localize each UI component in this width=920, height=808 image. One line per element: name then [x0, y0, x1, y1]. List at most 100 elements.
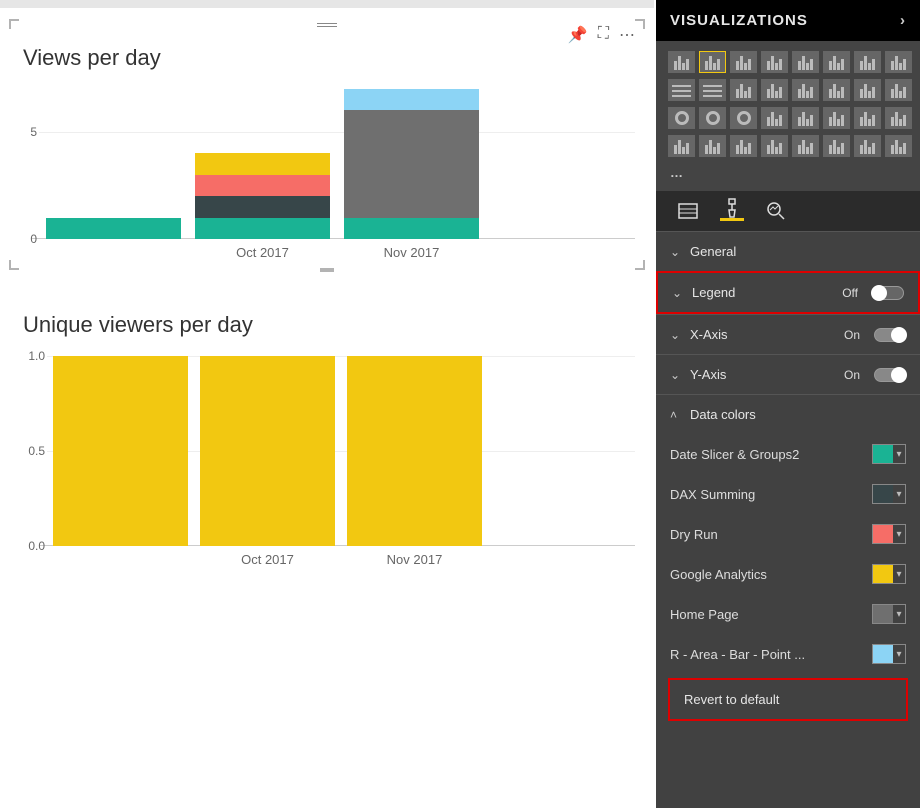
- viz-type-icon[interactable]: [668, 51, 695, 73]
- viz-type-icon[interactable]: [730, 135, 757, 157]
- viz-type-icon[interactable]: [792, 51, 819, 73]
- viz-type-icon[interactable]: [885, 79, 912, 101]
- viz-type-icon[interactable]: [761, 135, 788, 157]
- report-canvas[interactable]: 📌 ⛶ ⋯ Views per day 05 Oct 2017Nov 2017 …: [0, 0, 654, 808]
- bar-segment[interactable]: [195, 175, 330, 196]
- viz-type-icon[interactable]: [699, 135, 726, 157]
- color-picker-button[interactable]: ▾: [872, 524, 906, 544]
- bar-segment[interactable]: [195, 153, 330, 174]
- format-options-list: ⌄ General ⌄ Legend Off ⌄ X-Axis On ⌄ Y-A…: [656, 231, 920, 808]
- pin-icon[interactable]: 📌: [568, 25, 588, 45]
- chevron-down-icon: ▾: [893, 609, 905, 620]
- bar-segment[interactable]: [200, 356, 335, 546]
- chart-plot-area: 05: [39, 89, 635, 239]
- data-color-row: Dry Run▾: [656, 514, 920, 554]
- bar-segment[interactable]: [344, 218, 479, 239]
- more-visuals-icon[interactable]: …: [668, 163, 912, 187]
- chevron-down-icon: ▾: [893, 649, 905, 660]
- x-tick-label: Oct 2017: [195, 245, 330, 260]
- color-picker-button[interactable]: ▾: [872, 644, 906, 664]
- series-name-label: DAX Summing: [670, 487, 864, 502]
- format-tab-icon[interactable]: [720, 201, 744, 221]
- viz-type-icon[interactable]: [885, 107, 912, 129]
- chevron-down-icon: ▾: [893, 449, 905, 460]
- resize-handle-bottom[interactable]: [320, 268, 334, 272]
- format-section-xaxis[interactable]: ⌄ X-Axis On: [656, 314, 920, 354]
- yaxis-toggle[interactable]: [874, 368, 906, 382]
- color-picker-button[interactable]: ▾: [872, 484, 906, 504]
- selection-corner[interactable]: [9, 260, 19, 270]
- format-section-datacolors[interactable]: ˄ Data colors: [656, 394, 920, 434]
- focus-mode-icon[interactable]: ⛶: [598, 25, 609, 45]
- chevron-down-icon: ▾: [893, 569, 905, 580]
- series-name-label: Google Analytics: [670, 567, 864, 582]
- format-section-legend[interactable]: ⌄ Legend Off: [656, 271, 920, 314]
- viz-type-icon[interactable]: [730, 51, 757, 73]
- selection-corner[interactable]: [635, 260, 645, 270]
- viz-type-icon[interactable]: [885, 135, 912, 157]
- chart-title: Unique viewers per day: [23, 312, 635, 338]
- x-tick-label: [53, 552, 188, 567]
- viz-type-icon[interactable]: [792, 135, 819, 157]
- viz-type-icon[interactable]: [854, 107, 881, 129]
- bar-segment[interactable]: [46, 218, 181, 239]
- panel-tabs: [656, 191, 920, 231]
- format-section-yaxis[interactable]: ⌄ Y-Axis On: [656, 354, 920, 394]
- viz-type-icon[interactable]: [699, 107, 726, 129]
- panel-title: VISUALIZATIONS: [670, 12, 808, 29]
- bar-segment[interactable]: [347, 356, 482, 546]
- viz-type-icon[interactable]: [823, 79, 850, 101]
- drag-grip-icon[interactable]: [317, 23, 337, 27]
- viz-type-icon[interactable]: [761, 79, 788, 101]
- viz-type-icon[interactable]: [668, 79, 695, 101]
- selection-corner[interactable]: [9, 19, 19, 29]
- viz-type-icon[interactable]: [823, 107, 850, 129]
- more-options-icon[interactable]: ⋯: [619, 25, 635, 45]
- viz-type-icon[interactable]: [823, 51, 850, 73]
- legend-toggle[interactable]: [872, 286, 904, 300]
- format-section-general[interactable]: ⌄ General: [656, 231, 920, 271]
- x-tick-label: [46, 245, 181, 260]
- color-picker-button[interactable]: ▾: [872, 604, 906, 624]
- bar-segment[interactable]: [344, 110, 479, 217]
- analytics-tab-icon[interactable]: [764, 201, 788, 221]
- xaxis-toggle[interactable]: [874, 328, 906, 342]
- chevron-up-icon: ˄: [670, 408, 682, 422]
- chevron-right-icon[interactable]: ›: [900, 12, 906, 29]
- chart-tile-unique-viewers[interactable]: Unique viewers per day 0.00.51.0 Oct 201…: [8, 285, 646, 578]
- x-tick-label: Nov 2017: [344, 245, 479, 260]
- color-picker-button[interactable]: ▾: [872, 564, 906, 584]
- viz-type-icon[interactable]: [854, 51, 881, 73]
- y-tick-label: 0: [21, 232, 37, 246]
- chevron-down-icon: ▾: [893, 529, 905, 540]
- viz-type-icon[interactable]: [761, 107, 788, 129]
- viz-type-icon[interactable]: [792, 79, 819, 101]
- bar-segment[interactable]: [195, 218, 330, 239]
- viz-type-icon[interactable]: [854, 135, 881, 157]
- bar-segment[interactable]: [53, 356, 188, 546]
- series-name-label: Home Page: [670, 607, 864, 622]
- bar-segment[interactable]: [195, 196, 330, 217]
- viz-type-icon[interactable]: [730, 79, 757, 101]
- data-color-row: Google Analytics ▾: [656, 554, 920, 594]
- viz-type-icon[interactable]: [854, 79, 881, 101]
- viz-type-icon[interactable]: [885, 51, 912, 73]
- viz-type-icon[interactable]: [823, 135, 850, 157]
- viz-type-icon[interactable]: [699, 79, 726, 101]
- viz-type-icon[interactable]: [668, 135, 695, 157]
- bar-segment[interactable]: [344, 89, 479, 110]
- viz-type-icon[interactable]: [668, 107, 695, 129]
- panel-header[interactable]: VISUALIZATIONS ›: [656, 0, 920, 41]
- viz-type-icon[interactable]: [699, 51, 726, 73]
- data-color-row: Date Slicer & Groups2▾: [656, 434, 920, 474]
- fields-tab-icon[interactable]: [676, 201, 700, 221]
- viz-type-icon[interactable]: [761, 51, 788, 73]
- color-picker-button[interactable]: ▾: [872, 444, 906, 464]
- chart-tile-views-per-day[interactable]: 📌 ⛶ ⋯ Views per day 05 Oct 2017Nov 2017: [8, 18, 646, 271]
- revert-to-default-button[interactable]: Revert to default: [668, 678, 908, 721]
- selection-corner[interactable]: [635, 19, 645, 29]
- viz-type-icon[interactable]: [730, 107, 757, 129]
- viz-type-icon[interactable]: [792, 107, 819, 129]
- chevron-down-icon: ⌄: [672, 286, 684, 300]
- app-topbar: [0, 0, 654, 8]
